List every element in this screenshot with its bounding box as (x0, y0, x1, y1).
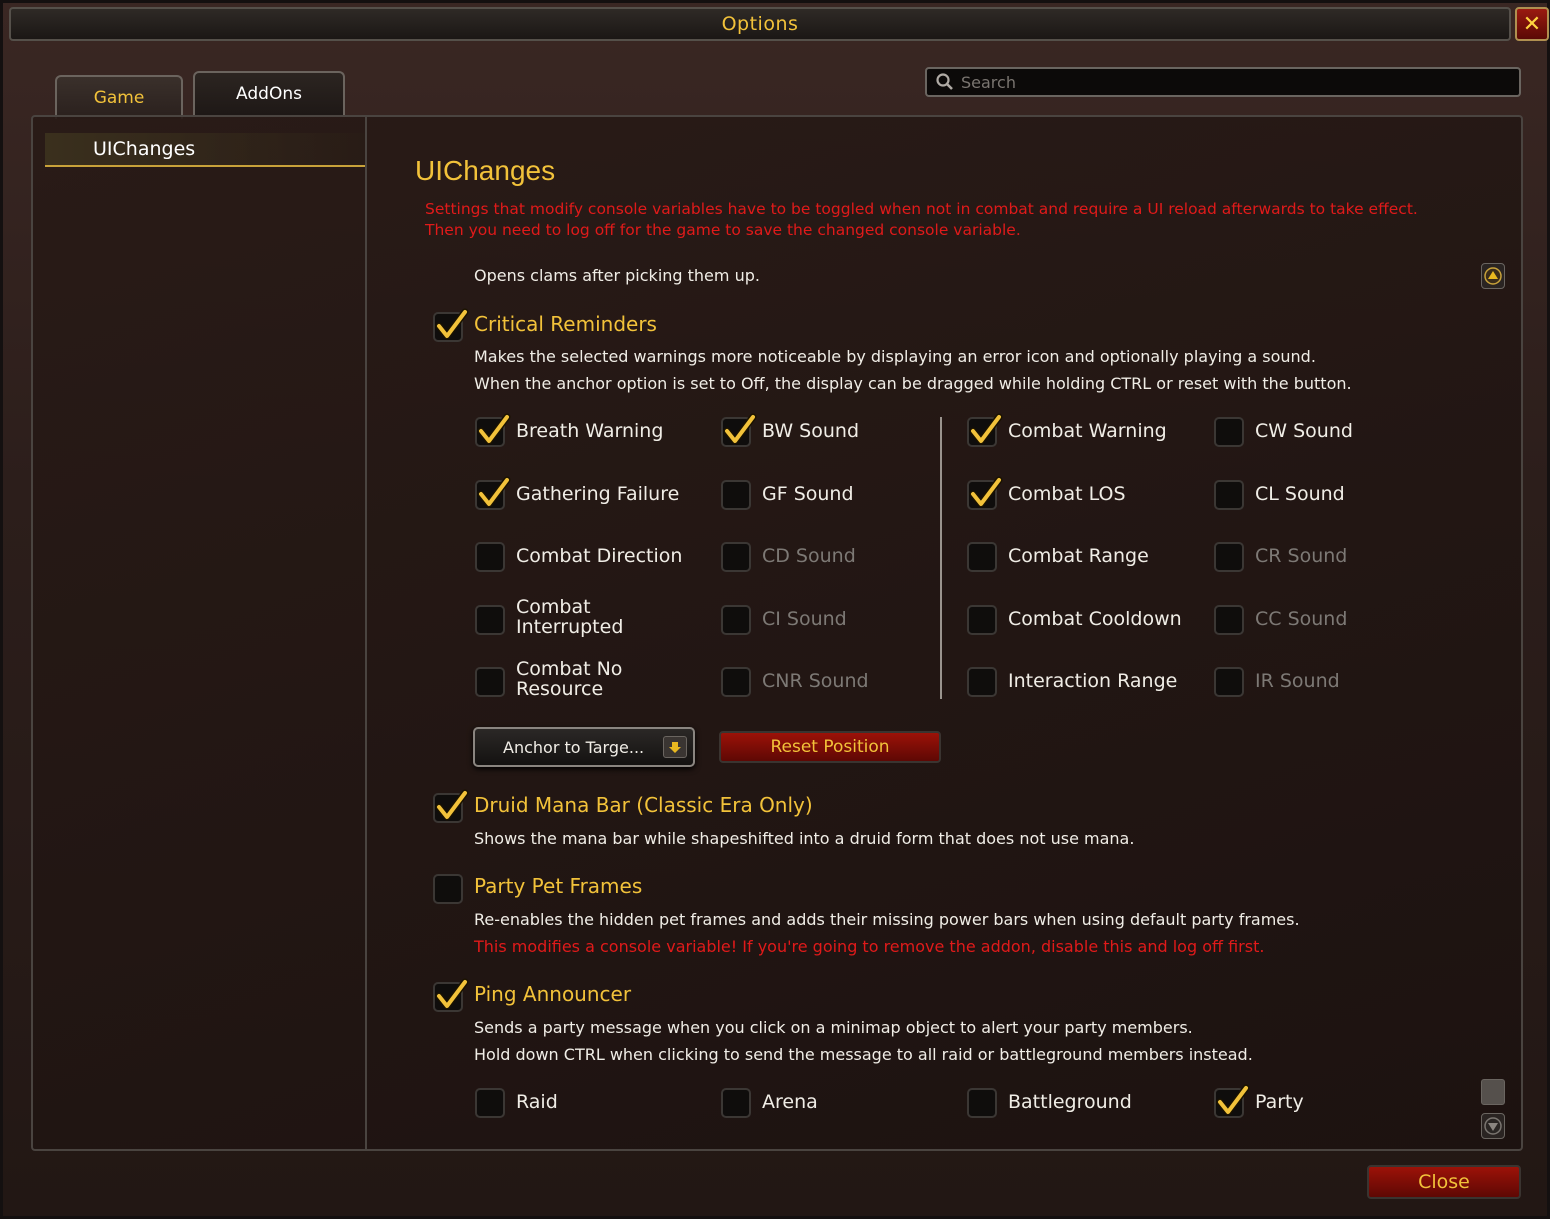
critical-reminders-label: Critical Reminders (474, 312, 657, 336)
anchor-dropdown-value: Anchor to Targe... (503, 737, 645, 757)
druid-mana-bar-desc: Shows the mana bar while shapeshifted in… (474, 829, 1135, 848)
close-button[interactable]: Close (1367, 1165, 1521, 1199)
cl-sound-label: CL Sound (1255, 483, 1345, 505)
breath-warning-label: Breath Warning (516, 420, 664, 442)
ping-party-checkbox[interactable] (1214, 1084, 1250, 1118)
combat-interrupted-checkbox[interactable] (475, 605, 505, 635)
cc-sound-label: CC Sound (1255, 608, 1348, 630)
combat-cooldown-checkbox[interactable] (967, 605, 997, 635)
scroll-down-icon[interactable] (1481, 1113, 1505, 1139)
previous-option-description: Opens clams after picking them up. (474, 266, 760, 285)
gf-sound-label: GF Sound (762, 483, 854, 505)
ci-sound-checkbox[interactable] (721, 605, 751, 635)
ci-sound-label: CI Sound (762, 608, 847, 630)
close-icon[interactable]: ✕ (1515, 7, 1549, 41)
druid-mana-bar-label: Druid Mana Bar (Classic Era Only) (474, 793, 813, 817)
ir-sound-label: IR Sound (1255, 670, 1340, 692)
tab-game[interactable]: Game (55, 75, 183, 119)
cr-sound-label: CR Sound (1255, 545, 1348, 567)
sidebar: UIChanges (33, 117, 367, 1149)
grid-divider (940, 417, 942, 699)
cw-sound-checkbox[interactable] (1214, 417, 1244, 447)
bw-sound-checkbox[interactable] (721, 413, 757, 447)
ping-arena-checkbox[interactable] (721, 1088, 751, 1118)
ir-sound-checkbox[interactable] (1214, 667, 1244, 697)
window-title: Options (721, 13, 799, 35)
combat-los-label: Combat LOS (1008, 483, 1126, 505)
anchor-dropdown[interactable]: Anchor to Targe... (473, 727, 695, 767)
cw-sound-label: CW Sound (1255, 420, 1353, 442)
ping-arena-label: Arena (762, 1091, 818, 1113)
cd-sound-checkbox[interactable] (721, 542, 751, 572)
scroll-up-icon[interactable] (1481, 263, 1505, 289)
combat-range-checkbox[interactable] (967, 542, 997, 572)
scrollbar[interactable] (1479, 261, 1507, 1141)
combat-range-label: Combat Range (1008, 545, 1149, 567)
combat-no-resource-label: Combat No Resource (516, 658, 623, 700)
party-pet-frames-checkbox[interactable] (433, 874, 463, 904)
ping-announcer-label: Ping Announcer (474, 982, 632, 1006)
sidebar-item-label: UIChanges (93, 138, 196, 160)
page-title: UIChanges (415, 155, 556, 186)
combat-warning-checkbox[interactable] (967, 413, 1003, 447)
interaction-range-checkbox[interactable] (967, 667, 997, 697)
party-pet-frames-desc: Re-enables the hidden pet frames and add… (474, 910, 1300, 929)
ping-announcer-desc-1: Sends a party message when you click on … (474, 1018, 1193, 1037)
ping-battleground-label: Battleground (1008, 1091, 1132, 1113)
combat-interrupted-label: Combat Interrupted (516, 596, 624, 638)
reset-position-label: Reset Position (770, 737, 890, 757)
party-pet-frames-label: Party Pet Frames (474, 874, 643, 898)
cl-sound-checkbox[interactable] (1214, 480, 1244, 510)
critical-reminders-desc-2: When the anchor option is set to Off, th… (474, 374, 1352, 393)
combat-direction-checkbox[interactable] (475, 542, 505, 572)
search-icon (935, 72, 955, 92)
critical-reminders-checkbox[interactable] (433, 308, 469, 342)
bw-sound-label: BW Sound (762, 420, 860, 442)
ping-raid-label: Raid (516, 1091, 558, 1113)
gathering-failure-checkbox[interactable] (475, 476, 511, 510)
cnr-sound-label: CNR Sound (762, 670, 869, 692)
cc-sound-checkbox[interactable] (1214, 605, 1244, 635)
combat-no-resource-checkbox[interactable] (475, 667, 505, 697)
console-warning-text: Settings that modify console variables h… (425, 200, 1418, 239)
cr-sound-checkbox[interactable] (1214, 542, 1244, 572)
gf-sound-checkbox[interactable] (721, 480, 751, 510)
gathering-failure-label: Gathering Failure (516, 483, 680, 505)
ping-announcer-checkbox[interactable] (433, 978, 469, 1012)
interaction-range-label: Interaction Range (1008, 670, 1178, 692)
ping-raid-checkbox[interactable] (475, 1088, 505, 1118)
reset-position-button[interactable]: Reset Position (719, 731, 941, 763)
critical-reminders-desc-1: Makes the selected warnings more noticea… (474, 347, 1316, 366)
title-bar[interactable]: Options (9, 7, 1511, 41)
cnr-sound-checkbox[interactable] (721, 667, 751, 697)
ping-announcer-desc-2: Hold down CTRL when clicking to send the… (474, 1045, 1253, 1064)
combat-warning-label: Combat Warning (1008, 420, 1167, 442)
party-pet-frames-warning: This modifies a console variable! If you… (474, 937, 1265, 956)
scroll-thumb[interactable] (1481, 1079, 1505, 1105)
tab-game-label: Game (93, 88, 145, 108)
combat-cooldown-label: Combat Cooldown (1008, 608, 1182, 630)
search-input[interactable] (961, 72, 1501, 92)
ping-party-label: Party (1255, 1091, 1304, 1113)
options-window: Options ✕ Game AddOns UIChanges UIChange… (0, 0, 1550, 1219)
cd-sound-label: CD Sound (762, 545, 856, 567)
tab-addons-label: AddOns (236, 84, 302, 104)
combat-direction-label: Combat Direction (516, 545, 683, 567)
sidebar-item-uichanges[interactable]: UIChanges (45, 133, 365, 167)
chevron-down-icon (663, 736, 687, 758)
search-box[interactable] (925, 67, 1521, 97)
druid-mana-bar-checkbox[interactable] (433, 789, 469, 823)
ping-battleground-checkbox[interactable] (967, 1088, 997, 1118)
breath-warning-checkbox[interactable] (475, 413, 511, 447)
combat-los-checkbox[interactable] (967, 476, 1003, 510)
tab-addons[interactable]: AddOns (193, 71, 345, 115)
close-button-label: Close (1418, 1171, 1470, 1193)
